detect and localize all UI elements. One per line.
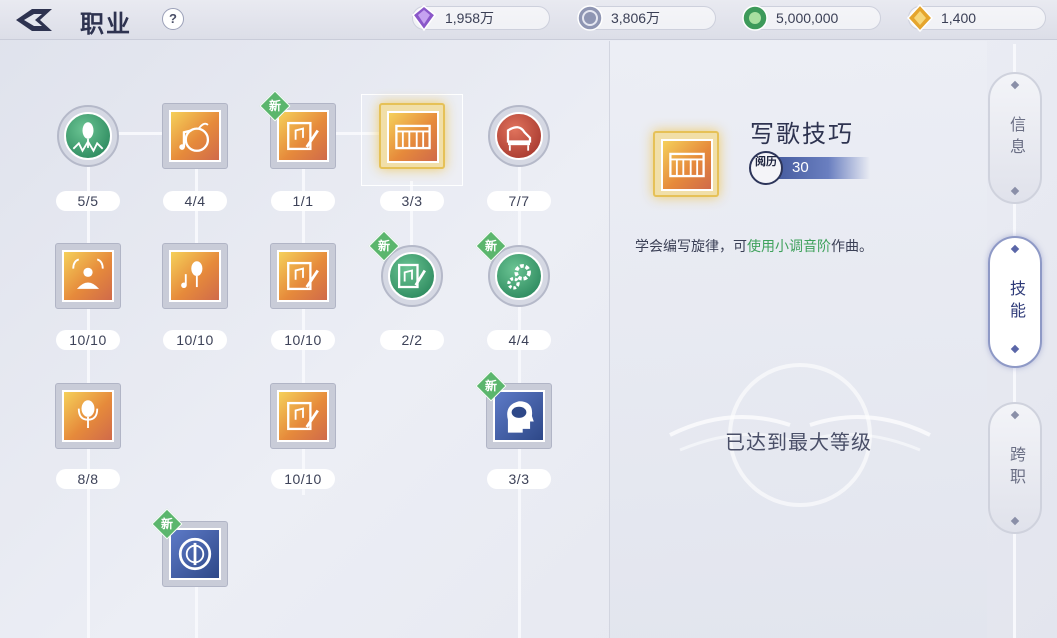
skill-node[interactable] — [53, 381, 123, 451]
skill-level-label: 4/4 — [163, 191, 227, 211]
microphone-icon — [77, 400, 99, 428]
silver-coin-icon — [577, 5, 603, 31]
skill-node[interactable]: 新 — [368, 230, 447, 311]
skill-node[interactable] — [268, 381, 338, 451]
currency-value: 1,958万 — [445, 10, 495, 26]
skill-level-label: 3/3 — [487, 469, 551, 489]
skill-name: 写歌技巧 — [750, 121, 854, 148]
highlight-text: 使用小调音阶 — [747, 238, 831, 254]
tab-rail — [1013, 44, 1016, 74]
gold-gem-icon — [906, 3, 934, 33]
back-button[interactable] — [14, 6, 54, 34]
skill-level-label: 10/10 — [271, 469, 335, 489]
max-level-text: 已达到最大等级 — [725, 432, 872, 454]
skill-node[interactable] — [484, 101, 554, 171]
skill-node[interactable]: 新 — [475, 370, 554, 451]
skill-node[interactable]: 新 — [259, 90, 338, 171]
green-coin-icon — [742, 5, 768, 31]
skill-node[interactable] — [53, 101, 123, 171]
tab-rail — [1013, 368, 1016, 404]
microphone-note-icon — [181, 261, 203, 288]
grand-piano-icon — [506, 126, 532, 151]
top-bar: 职业 ? 1,958万 3,806万 5,000,000 1,400 — [0, 0, 1057, 40]
skill-level-label: 8/8 — [56, 469, 120, 489]
skill-level-label: 10/10 — [56, 330, 120, 350]
exp-value: 30 — [792, 159, 809, 176]
help-button[interactable]: ? — [162, 8, 184, 30]
piano-icon — [669, 152, 705, 178]
spotlight-person-icon — [72, 258, 104, 289]
brain-head-icon — [507, 401, 534, 433]
tab-skills[interactable]: 技能 — [988, 236, 1042, 368]
skill-level-label: 1/1 — [271, 191, 335, 211]
music-sheet-icon — [398, 263, 426, 289]
skill-level-label: 3/3 — [380, 191, 444, 211]
skill-level-label: 2/2 — [380, 330, 444, 350]
emblem-icon — [178, 537, 212, 571]
skill-level-label: 7/7 — [487, 191, 551, 211]
microphone-wave-icon — [72, 122, 104, 153]
currency-value: 1,400 — [941, 10, 977, 26]
skill-level-label: 4/4 — [487, 330, 551, 350]
music-sheet-icon — [287, 261, 319, 291]
page-title: 职业 — [80, 11, 132, 38]
skill-level-label: 10/10 — [163, 330, 227, 350]
currency-silver-coin[interactable]: 3,806万 — [577, 5, 716, 31]
purple-crystal-icon — [411, 5, 437, 32]
skill-node[interactable] — [160, 101, 230, 171]
skill-node[interactable] — [53, 241, 123, 311]
music-sheet-icon — [287, 401, 319, 431]
experience-emblem: 阅历 — [749, 151, 783, 185]
tab-info[interactable]: 信息 — [988, 72, 1042, 204]
currency-gold-gem[interactable]: 1,400 — [906, 3, 1046, 33]
currency-purple-crystal[interactable]: 1,958万 — [411, 5, 550, 32]
skill-description: 学会编写旋律，可使用小调音阶作曲。 — [635, 238, 873, 254]
currency-value: 3,806万 — [611, 10, 661, 26]
skill-level-label: 10/10 — [271, 330, 335, 350]
tab-rail — [1013, 532, 1016, 638]
skill-node[interactable]: 新 — [475, 230, 554, 311]
tab-rail — [1013, 202, 1016, 236]
piano-icon — [395, 124, 431, 150]
tab-cross-job[interactable]: 跨职 — [988, 402, 1042, 534]
music-sheet-icon — [287, 121, 319, 151]
skill-node[interactable]: 新 — [151, 508, 230, 589]
music-note-fruit-icon — [179, 122, 210, 152]
skill-node-selected[interactable] — [377, 101, 447, 171]
currency-green-coin[interactable]: 5,000,000 — [742, 5, 881, 31]
skill-node[interactable] — [160, 241, 230, 311]
currency-value: 5,000,000 — [776, 10, 839, 26]
skill-level-label: 5/5 — [56, 191, 120, 211]
gears-icon — [507, 264, 531, 290]
selected-skill-icon — [651, 129, 721, 199]
skill-node[interactable] — [268, 241, 338, 311]
back-arrow-icon — [16, 9, 52, 31]
